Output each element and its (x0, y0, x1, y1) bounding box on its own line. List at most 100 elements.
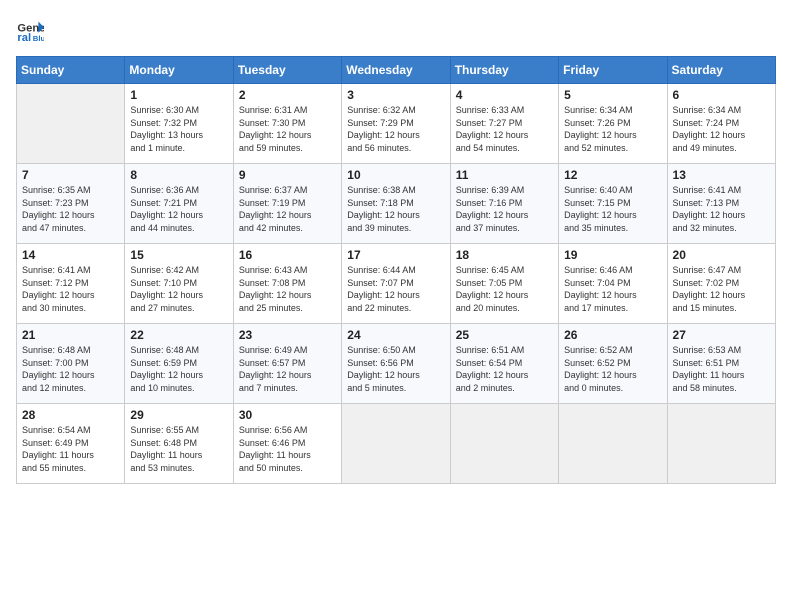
weekday-header: Tuesday (233, 57, 341, 84)
day-info: Sunrise: 6:31 AM Sunset: 7:30 PM Dayligh… (239, 104, 336, 154)
day-number: 29 (130, 408, 227, 422)
day-number: 19 (564, 248, 661, 262)
calendar-cell: 3 Sunrise: 6:32 AM Sunset: 7:29 PM Daylig… (342, 84, 450, 164)
calendar-week-row: 28 Sunrise: 6:54 AM Sunset: 6:49 PM Dayli… (17, 404, 776, 484)
day-info: Sunrise: 6:42 AM Sunset: 7:10 PM Dayligh… (130, 264, 227, 314)
day-info: Sunrise: 6:54 AM Sunset: 6:49 PM Dayligh… (22, 424, 119, 474)
weekday-header: Wednesday (342, 57, 450, 84)
day-info: Sunrise: 6:51 AM Sunset: 6:54 PM Dayligh… (456, 344, 553, 394)
calendar-cell: 9 Sunrise: 6:37 AM Sunset: 7:19 PM Daylig… (233, 164, 341, 244)
calendar-cell: 20 Sunrise: 6:47 AM Sunset: 7:02 PM Dayli… (667, 244, 775, 324)
page-header: Gene ral Blue (16, 16, 776, 44)
day-info: Sunrise: 6:34 AM Sunset: 7:24 PM Dayligh… (673, 104, 770, 154)
day-info: Sunrise: 6:52 AM Sunset: 6:52 PM Dayligh… (564, 344, 661, 394)
day-info: Sunrise: 6:41 AM Sunset: 7:12 PM Dayligh… (22, 264, 119, 314)
day-number: 12 (564, 168, 661, 182)
calendar-week-row: 7Sunrise: 6:35 AM Sunset: 7:23 PM Daylig… (17, 164, 776, 244)
day-number: 24 (347, 328, 444, 342)
day-info: Sunrise: 6:47 AM Sunset: 7:02 PM Dayligh… (673, 264, 770, 314)
day-info: Sunrise: 6:43 AM Sunset: 7:08 PM Dayligh… (239, 264, 336, 314)
day-number: 23 (239, 328, 336, 342)
calendar-cell: 6 Sunrise: 6:34 AM Sunset: 7:24 PM Daylig… (667, 84, 775, 164)
calendar-cell (559, 404, 667, 484)
calendar-cell (342, 404, 450, 484)
calendar-cell: 25Sunrise: 6:51 AM Sunset: 6:54 PM Dayli… (450, 324, 558, 404)
day-info: Sunrise: 6:34 AM Sunset: 7:26 PM Dayligh… (564, 104, 661, 154)
day-number: 28 (22, 408, 119, 422)
calendar-cell: 30Sunrise: 6:56 AM Sunset: 6:46 PM Dayli… (233, 404, 341, 484)
day-number: 4 (456, 88, 553, 102)
day-number: 9 (239, 168, 336, 182)
day-number: 17 (347, 248, 444, 262)
svg-text:Blue: Blue (33, 34, 44, 43)
day-number: 27 (673, 328, 770, 342)
day-number: 16 (239, 248, 336, 262)
day-number: 20 (673, 248, 770, 262)
day-info: Sunrise: 6:40 AM Sunset: 7:15 PM Dayligh… (564, 184, 661, 234)
calendar-cell: 5 Sunrise: 6:34 AM Sunset: 7:26 PM Daylig… (559, 84, 667, 164)
calendar-cell: 28 Sunrise: 6:54 AM Sunset: 6:49 PM Dayli… (17, 404, 125, 484)
day-info: Sunrise: 6:46 AM Sunset: 7:04 PM Dayligh… (564, 264, 661, 314)
weekday-header: Sunday (17, 57, 125, 84)
calendar-table: SundayMondayTuesdayWednesdayThursdayFrid… (16, 56, 776, 484)
calendar-cell: 16 Sunrise: 6:43 AM Sunset: 7:08 PM Dayli… (233, 244, 341, 324)
calendar-cell: 19 Sunrise: 6:46 AM Sunset: 7:04 PM Dayli… (559, 244, 667, 324)
calendar-cell: 7Sunrise: 6:35 AM Sunset: 7:23 PM Daylig… (17, 164, 125, 244)
day-info: Sunrise: 6:45 AM Sunset: 7:05 PM Dayligh… (456, 264, 553, 314)
weekday-header: Saturday (667, 57, 775, 84)
day-number: 6 (673, 88, 770, 102)
day-info: Sunrise: 6:48 AM Sunset: 6:59 PM Dayligh… (130, 344, 227, 394)
day-number: 26 (564, 328, 661, 342)
calendar-cell: 12 Sunrise: 6:40 AM Sunset: 7:15 PM Dayli… (559, 164, 667, 244)
day-number: 11 (456, 168, 553, 182)
calendar-week-row: 1Sunrise: 6:30 AM Sunset: 7:32 PM Daylig… (17, 84, 776, 164)
day-number: 15 (130, 248, 227, 262)
calendar-cell: 17 Sunrise: 6:44 AM Sunset: 7:07 PM Dayli… (342, 244, 450, 324)
day-info: Sunrise: 6:32 AM Sunset: 7:29 PM Dayligh… (347, 104, 444, 154)
calendar-cell (450, 404, 558, 484)
day-number: 22 (130, 328, 227, 342)
calendar-cell (17, 84, 125, 164)
calendar-cell: 2 Sunrise: 6:31 AM Sunset: 7:30 PM Daylig… (233, 84, 341, 164)
day-number: 10 (347, 168, 444, 182)
svg-text:ral: ral (17, 32, 31, 44)
calendar-header-row: SundayMondayTuesdayWednesdayThursdayFrid… (17, 57, 776, 84)
day-info: Sunrise: 6:38 AM Sunset: 7:18 PM Dayligh… (347, 184, 444, 234)
day-info: Sunrise: 6:55 AM Sunset: 6:48 PM Dayligh… (130, 424, 227, 474)
calendar-cell: 15 Sunrise: 6:42 AM Sunset: 7:10 PM Dayli… (125, 244, 233, 324)
calendar-cell: 27 Sunrise: 6:53 AM Sunset: 6:51 PM Dayli… (667, 324, 775, 404)
calendar-cell: 24Sunrise: 6:50 AM Sunset: 6:56 PM Dayli… (342, 324, 450, 404)
day-number: 2 (239, 88, 336, 102)
calendar-cell: 23 Sunrise: 6:49 AM Sunset: 6:57 PM Dayli… (233, 324, 341, 404)
calendar-cell: 29 Sunrise: 6:55 AM Sunset: 6:48 PM Dayli… (125, 404, 233, 484)
day-number: 18 (456, 248, 553, 262)
day-number: 21 (22, 328, 119, 342)
day-number: 3 (347, 88, 444, 102)
weekday-header: Monday (125, 57, 233, 84)
calendar-cell: 13Sunrise: 6:41 AM Sunset: 7:13 PM Dayli… (667, 164, 775, 244)
calendar-cell: 26 Sunrise: 6:52 AM Sunset: 6:52 PM Dayli… (559, 324, 667, 404)
day-info: Sunrise: 6:39 AM Sunset: 7:16 PM Dayligh… (456, 184, 553, 234)
day-number: 30 (239, 408, 336, 422)
calendar-cell (667, 404, 775, 484)
day-info: Sunrise: 6:33 AM Sunset: 7:27 PM Dayligh… (456, 104, 553, 154)
day-info: Sunrise: 6:53 AM Sunset: 6:51 PM Dayligh… (673, 344, 770, 394)
day-info: Sunrise: 6:44 AM Sunset: 7:07 PM Dayligh… (347, 264, 444, 314)
calendar-cell: 22 Sunrise: 6:48 AM Sunset: 6:59 PM Dayli… (125, 324, 233, 404)
day-info: Sunrise: 6:35 AM Sunset: 7:23 PM Dayligh… (22, 184, 119, 234)
day-info: Sunrise: 6:41 AM Sunset: 7:13 PM Dayligh… (673, 184, 770, 234)
calendar-cell: 4 Sunrise: 6:33 AM Sunset: 7:27 PM Daylig… (450, 84, 558, 164)
calendar-cell: 1Sunrise: 6:30 AM Sunset: 7:32 PM Daylig… (125, 84, 233, 164)
calendar-week-row: 14 Sunrise: 6:41 AM Sunset: 7:12 PM Dayli… (17, 244, 776, 324)
logo: Gene ral Blue (16, 16, 48, 44)
weekday-header: Friday (559, 57, 667, 84)
calendar-cell: 10 Sunrise: 6:38 AM Sunset: 7:18 PM Dayli… (342, 164, 450, 244)
weekday-header: Thursday (450, 57, 558, 84)
calendar-cell: 18 Sunrise: 6:45 AM Sunset: 7:05 PM Dayli… (450, 244, 558, 324)
calendar-cell: 21Sunrise: 6:48 AM Sunset: 7:00 PM Dayli… (17, 324, 125, 404)
day-info: Sunrise: 6:49 AM Sunset: 6:57 PM Dayligh… (239, 344, 336, 394)
day-number: 1 (130, 88, 227, 102)
day-info: Sunrise: 6:37 AM Sunset: 7:19 PM Dayligh… (239, 184, 336, 234)
day-number: 5 (564, 88, 661, 102)
day-number: 14 (22, 248, 119, 262)
